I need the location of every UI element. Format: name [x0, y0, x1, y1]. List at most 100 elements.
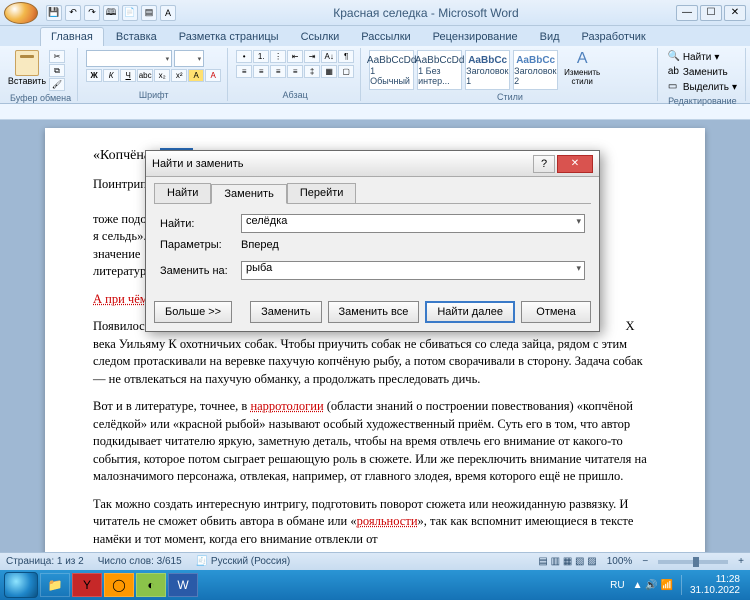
task-icon-word[interactable]: W — [168, 573, 198, 597]
replace-input[interactable]: рыба — [241, 261, 585, 280]
cancel-button[interactable]: Отмена — [521, 301, 591, 323]
zoom-in-button[interactable]: + — [738, 556, 744, 567]
borders-button[interactable]: ▢ — [338, 65, 354, 78]
dialog-tab-find[interactable]: Найти — [154, 183, 211, 203]
group-label-font: Шрифт — [86, 88, 221, 100]
indent-dec-button[interactable]: ⇤ — [287, 50, 303, 63]
line-spacing-button[interactable]: ‡ — [304, 65, 320, 78]
multilevel-button[interactable]: ⋮ — [270, 50, 286, 63]
paste-button[interactable]: Вставить — [10, 50, 44, 86]
bold-button[interactable]: Ж — [86, 69, 102, 82]
sort-button[interactable]: A↓ — [321, 50, 337, 63]
align-right-button[interactable]: ≡ — [270, 65, 286, 78]
paste-icon — [15, 50, 39, 76]
task-icon-app4[interactable]: ◐ — [136, 573, 166, 597]
tab-insert[interactable]: Вставка — [106, 28, 167, 46]
find-next-button[interactable]: Найти далее — [425, 301, 515, 323]
align-justify-button[interactable]: ≡ — [287, 65, 303, 78]
tray-clock[interactable]: 11:28 31.10.2022 — [690, 574, 740, 596]
find-replace-dialog: Найти и заменить ? ✕ Найти Заменить Пере… — [145, 150, 600, 332]
ribbon-tabs: Главная Вставка Разметка страницы Ссылки… — [0, 26, 750, 46]
dialog-close-button[interactable]: ✕ — [557, 155, 593, 173]
office-button[interactable] — [4, 2, 38, 24]
window-title: Красная селедка - Microsoft Word — [176, 6, 676, 20]
qat-save[interactable]: 💾 — [46, 5, 62, 21]
horizontal-ruler[interactable] — [0, 104, 750, 120]
qat-item-6[interactable]: ▤ — [141, 5, 157, 21]
quick-access-toolbar: 💾 ↶ ↷ 🕮 📄 ▤ A — [46, 5, 176, 21]
task-icon-app3[interactable]: ◯ — [104, 573, 134, 597]
ribbon: Вставить ✂ ⧉ 🖌 Буфер обмена Ж К Ч abc x₂… — [0, 46, 750, 104]
task-icon-explorer[interactable]: 📁 — [40, 573, 70, 597]
system-tray: RU ▲ 🔊 📶 11:28 31.10.2022 — [610, 574, 746, 596]
strike-button[interactable]: abc — [137, 69, 153, 82]
align-left-button[interactable]: ≡ — [236, 65, 252, 78]
find-label: Найти: — [160, 218, 235, 230]
select-button[interactable]: ▭Выделить ▾ — [666, 80, 739, 94]
zoom-out-button[interactable]: − — [642, 556, 648, 567]
style-no-spacing[interactable]: AaBbCcDd1 Без интер... — [417, 50, 462, 90]
start-button[interactable] — [4, 572, 38, 598]
highlight-button[interactable]: A — [188, 69, 204, 82]
status-word-count[interactable]: Число слов: 3/615 — [98, 556, 182, 567]
style-heading2[interactable]: AaBbCcЗаголовок 2 — [513, 50, 558, 90]
params-value: Вперед — [241, 239, 279, 251]
indent-inc-button[interactable]: ⇥ — [304, 50, 320, 63]
underline-button[interactable]: Ч — [120, 69, 136, 82]
taskbar: 📁 Y ◯ ◐ W RU ▲ 🔊 📶 11:28 31.10.2022 — [0, 570, 750, 600]
copy-button[interactable]: ⧉ — [49, 64, 65, 77]
numbering-button[interactable]: 1. — [253, 50, 269, 63]
tab-page-layout[interactable]: Разметка страницы — [169, 28, 289, 46]
status-page[interactable]: Страница: 1 из 2 — [6, 556, 84, 567]
dialog-help-button[interactable]: ? — [533, 155, 555, 173]
tray-lang[interactable]: RU — [610, 580, 624, 591]
find-button[interactable]: 🔍Найти ▾ — [666, 50, 739, 64]
font-color-button[interactable]: A — [205, 69, 221, 82]
status-bar: Страница: 1 из 2 Число слов: 3/615 🧾 Рус… — [0, 552, 750, 570]
zoom-slider[interactable] — [658, 560, 728, 564]
group-styles: AaBbCcDd1 Обычный AaBbCcDd1 Без интер...… — [363, 48, 658, 101]
style-normal[interactable]: AaBbCcDd1 Обычный — [369, 50, 414, 90]
zoom-level[interactable]: 100% — [607, 556, 633, 567]
show-marks-button[interactable]: ¶ — [338, 50, 354, 63]
qat-redo[interactable]: ↷ — [84, 5, 100, 21]
task-icon-browser[interactable]: Y — [72, 573, 102, 597]
tab-home[interactable]: Главная — [40, 27, 104, 46]
subscript-button[interactable]: x₂ — [154, 69, 170, 82]
tab-view[interactable]: Вид — [530, 28, 570, 46]
view-buttons[interactable]: ▤ ▥ ▦ ▧ ▨ — [538, 556, 596, 567]
format-painter-button[interactable]: 🖌 — [49, 78, 65, 91]
tab-mailings[interactable]: Рассылки — [351, 28, 420, 46]
tab-references[interactable]: Ссылки — [291, 28, 350, 46]
more-button[interactable]: Больше >> — [154, 301, 232, 323]
qat-item-7[interactable]: A — [160, 5, 176, 21]
bullets-button[interactable]: • — [236, 50, 252, 63]
align-center-button[interactable]: ≡ — [253, 65, 269, 78]
tab-review[interactable]: Рецензирование — [423, 28, 528, 46]
replace-button[interactable]: abЗаменить — [666, 65, 739, 79]
replace-one-button[interactable]: Заменить — [250, 301, 321, 323]
dialog-tab-replace[interactable]: Заменить — [211, 184, 286, 204]
minimize-button[interactable]: — — [676, 5, 698, 21]
change-styles-button[interactable]: A Изменить стили — [561, 50, 603, 86]
dialog-tab-goto[interactable]: Перейти — [287, 183, 357, 203]
cut-button[interactable]: ✂ — [49, 50, 65, 63]
qat-undo[interactable]: ↶ — [65, 5, 81, 21]
qat-item-5[interactable]: 📄 — [122, 5, 138, 21]
status-language[interactable]: 🧾 Русский (Россия) — [196, 556, 291, 567]
maximize-button[interactable]: ☐ — [700, 5, 722, 21]
group-font: Ж К Ч abc x₂ x² A A Шрифт — [80, 48, 228, 101]
font-name-combo[interactable] — [86, 50, 172, 67]
shading-button[interactable]: ▦ — [321, 65, 337, 78]
dialog-title-bar[interactable]: Найти и заменить ? ✕ — [146, 151, 599, 177]
style-heading1[interactable]: AaBbCcЗаголовок 1 — [465, 50, 510, 90]
tab-developer[interactable]: Разработчик — [572, 28, 656, 46]
close-window-button[interactable]: ✕ — [724, 5, 746, 21]
superscript-button[interactable]: x² — [171, 69, 187, 82]
font-size-combo[interactable] — [174, 50, 204, 67]
find-input[interactable]: селёдка — [241, 214, 585, 233]
italic-button[interactable]: К — [103, 69, 119, 82]
tray-icons[interactable]: ▲ 🔊 📶 — [633, 580, 673, 591]
qat-item-4[interactable]: 🕮 — [103, 5, 119, 21]
replace-all-button[interactable]: Заменить все — [328, 301, 420, 323]
